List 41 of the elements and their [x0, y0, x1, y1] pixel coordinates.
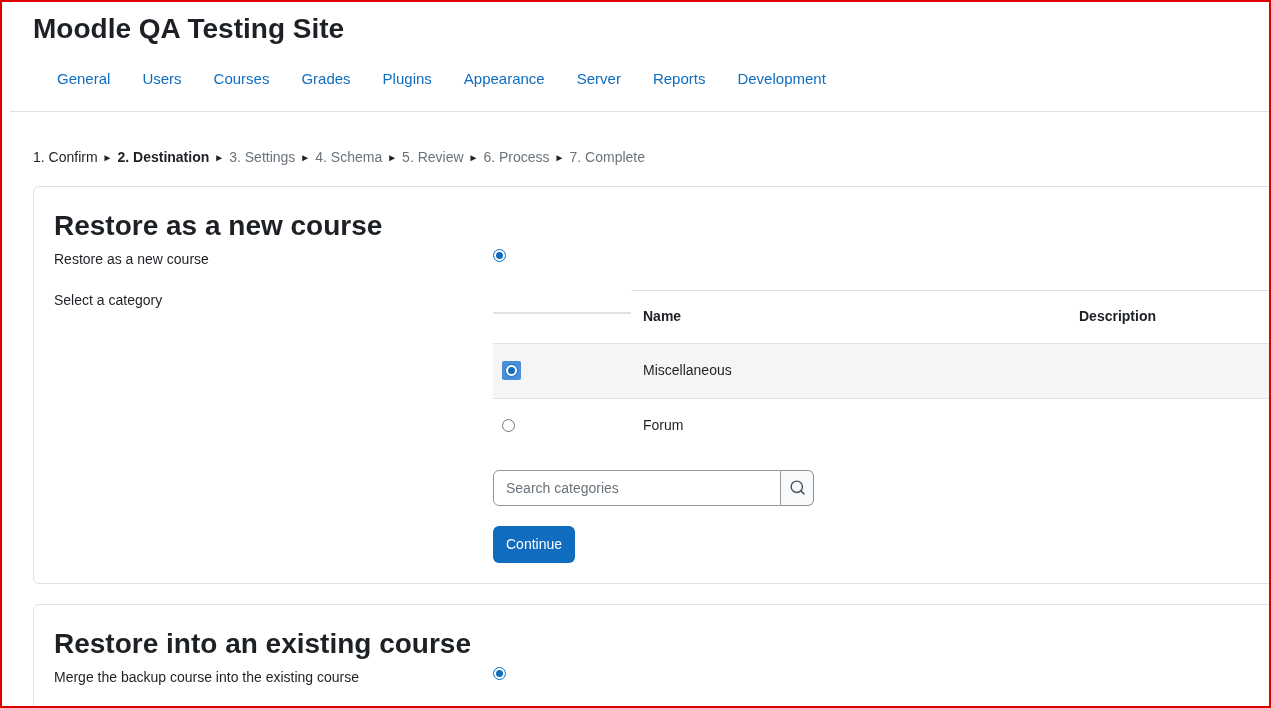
section-heading: Restore into an existing course	[54, 626, 472, 661]
nav-tab[interactable]: Courses	[197, 68, 286, 111]
progress-step: 5. Review	[402, 146, 464, 168]
category-row[interactable]: Miscellaneous	[493, 343, 1269, 399]
search-icon	[788, 479, 806, 496]
table-cell-text: Miscellaneous	[642, 361, 733, 380]
nav-tab[interactable]: Reports	[636, 68, 722, 111]
site-title: Moodle QA Testing Site	[33, 12, 346, 46]
field-label: Merge the backup course into the existing course	[54, 667, 361, 687]
nav-tab[interactable]: Users	[126, 68, 198, 111]
progress-step: 1. Confirm	[33, 146, 98, 168]
radio-button[interactable]	[493, 248, 506, 262]
radio-button[interactable]	[502, 419, 515, 432]
column-header: Name	[642, 306, 683, 326]
nav-tab[interactable]: Server	[560, 68, 637, 111]
search-field[interactable]: Search categories	[493, 469, 781, 506]
progress-step: 7. Complete	[569, 146, 645, 168]
field-label: Restore as a new course	[54, 249, 210, 269]
radio-button[interactable]	[505, 364, 518, 377]
field-label: Select a category	[54, 290, 164, 310]
step-separator: ►	[214, 150, 225, 165]
nav-tab[interactable]: Appearance	[447, 68, 561, 111]
nav-tab[interactable]: General	[41, 68, 127, 111]
step-separator: ►	[554, 150, 565, 165]
search-button[interactable]	[781, 469, 814, 506]
step-separator: ►	[387, 150, 398, 165]
nav-tab[interactable]: Grades	[285, 68, 367, 111]
progress-step: 2. Destination	[117, 146, 210, 168]
section-heading: Restore as a new course	[54, 208, 384, 243]
step-separator: ►	[102, 150, 113, 165]
progress-step: 3. Settings	[229, 146, 296, 168]
continue-button[interactable]: Continue	[493, 525, 576, 563]
nav-tab[interactable]: Plugins	[366, 68, 448, 111]
table-cell-text: Forum	[642, 416, 685, 435]
step-separator: ►	[468, 150, 479, 165]
radio-button[interactable]	[493, 666, 506, 680]
progress-step: 4. Schema	[315, 146, 383, 168]
column-header: Description	[1078, 306, 1157, 326]
progress-step: 6. Process	[483, 146, 550, 168]
nav-tab[interactable]: Development	[721, 68, 842, 111]
step-separator: ►	[300, 150, 311, 165]
